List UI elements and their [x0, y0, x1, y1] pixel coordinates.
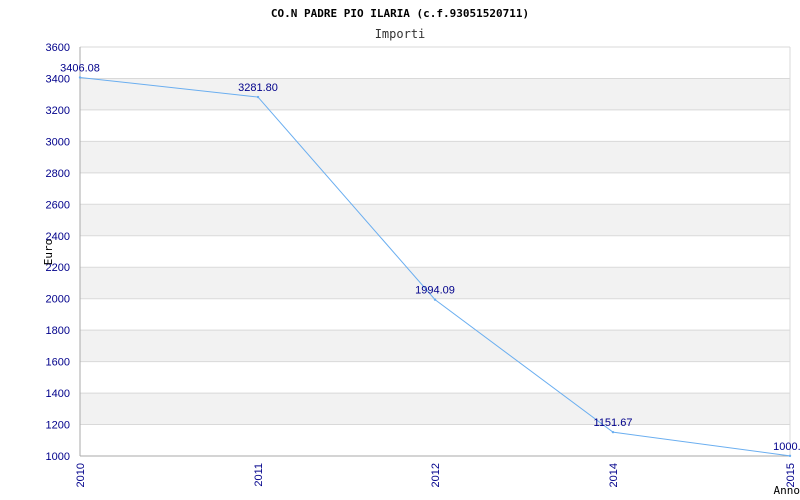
y-tick-label: 1200: [46, 420, 70, 432]
chart-subtitle: Importi: [375, 27, 426, 41]
line-chart: 1000120014001600180020002200240026002800…: [42, 7, 800, 497]
data-point: [256, 95, 260, 99]
y-tick-label: 1400: [46, 388, 70, 400]
y-tick-label: 3200: [46, 105, 70, 117]
x-tick-label: 2011: [253, 463, 265, 487]
x-tick-label: 2010: [75, 463, 87, 487]
data-point: [611, 430, 615, 434]
y-tick-label: 1600: [46, 357, 70, 369]
y-tick-label: 1800: [46, 325, 70, 337]
data-label: 1000.8: [773, 441, 800, 453]
background-band: [80, 141, 790, 173]
data-label: 3406.08: [60, 63, 100, 75]
background-band: [80, 393, 790, 425]
x-tick-labels: 2010 2011 2012 2014 2015: [75, 463, 797, 487]
chart-title: CO.N PADRE PIO ILARIA (c.f.93051520711): [271, 7, 529, 20]
y-tick-label: 2600: [46, 199, 70, 211]
background-band: [80, 78, 790, 110]
background-band: [80, 204, 790, 236]
data-point: [788, 454, 792, 458]
x-axis-title: Anno: [774, 484, 800, 497]
data-label: 1151.67: [594, 417, 633, 429]
data-point: [78, 76, 82, 79]
x-tick-label: 2014: [608, 463, 620, 487]
y-tick-label: 2800: [46, 168, 70, 180]
y-tick-label: 3000: [46, 136, 70, 148]
data-label: 1994.09: [415, 285, 455, 297]
y-tick-label: 1000: [46, 451, 70, 463]
background-bands: [80, 78, 790, 425]
data-point: [433, 298, 437, 301]
y-axis-title: Euro: [42, 239, 55, 266]
y-tick-label: 2000: [46, 294, 70, 306]
background-band: [80, 330, 790, 362]
y-tick-label: 3600: [46, 42, 70, 54]
data-label: 3281.80: [238, 82, 278, 94]
x-tick-label: 2012: [430, 463, 442, 487]
y-tick-label: 3400: [46, 73, 70, 85]
